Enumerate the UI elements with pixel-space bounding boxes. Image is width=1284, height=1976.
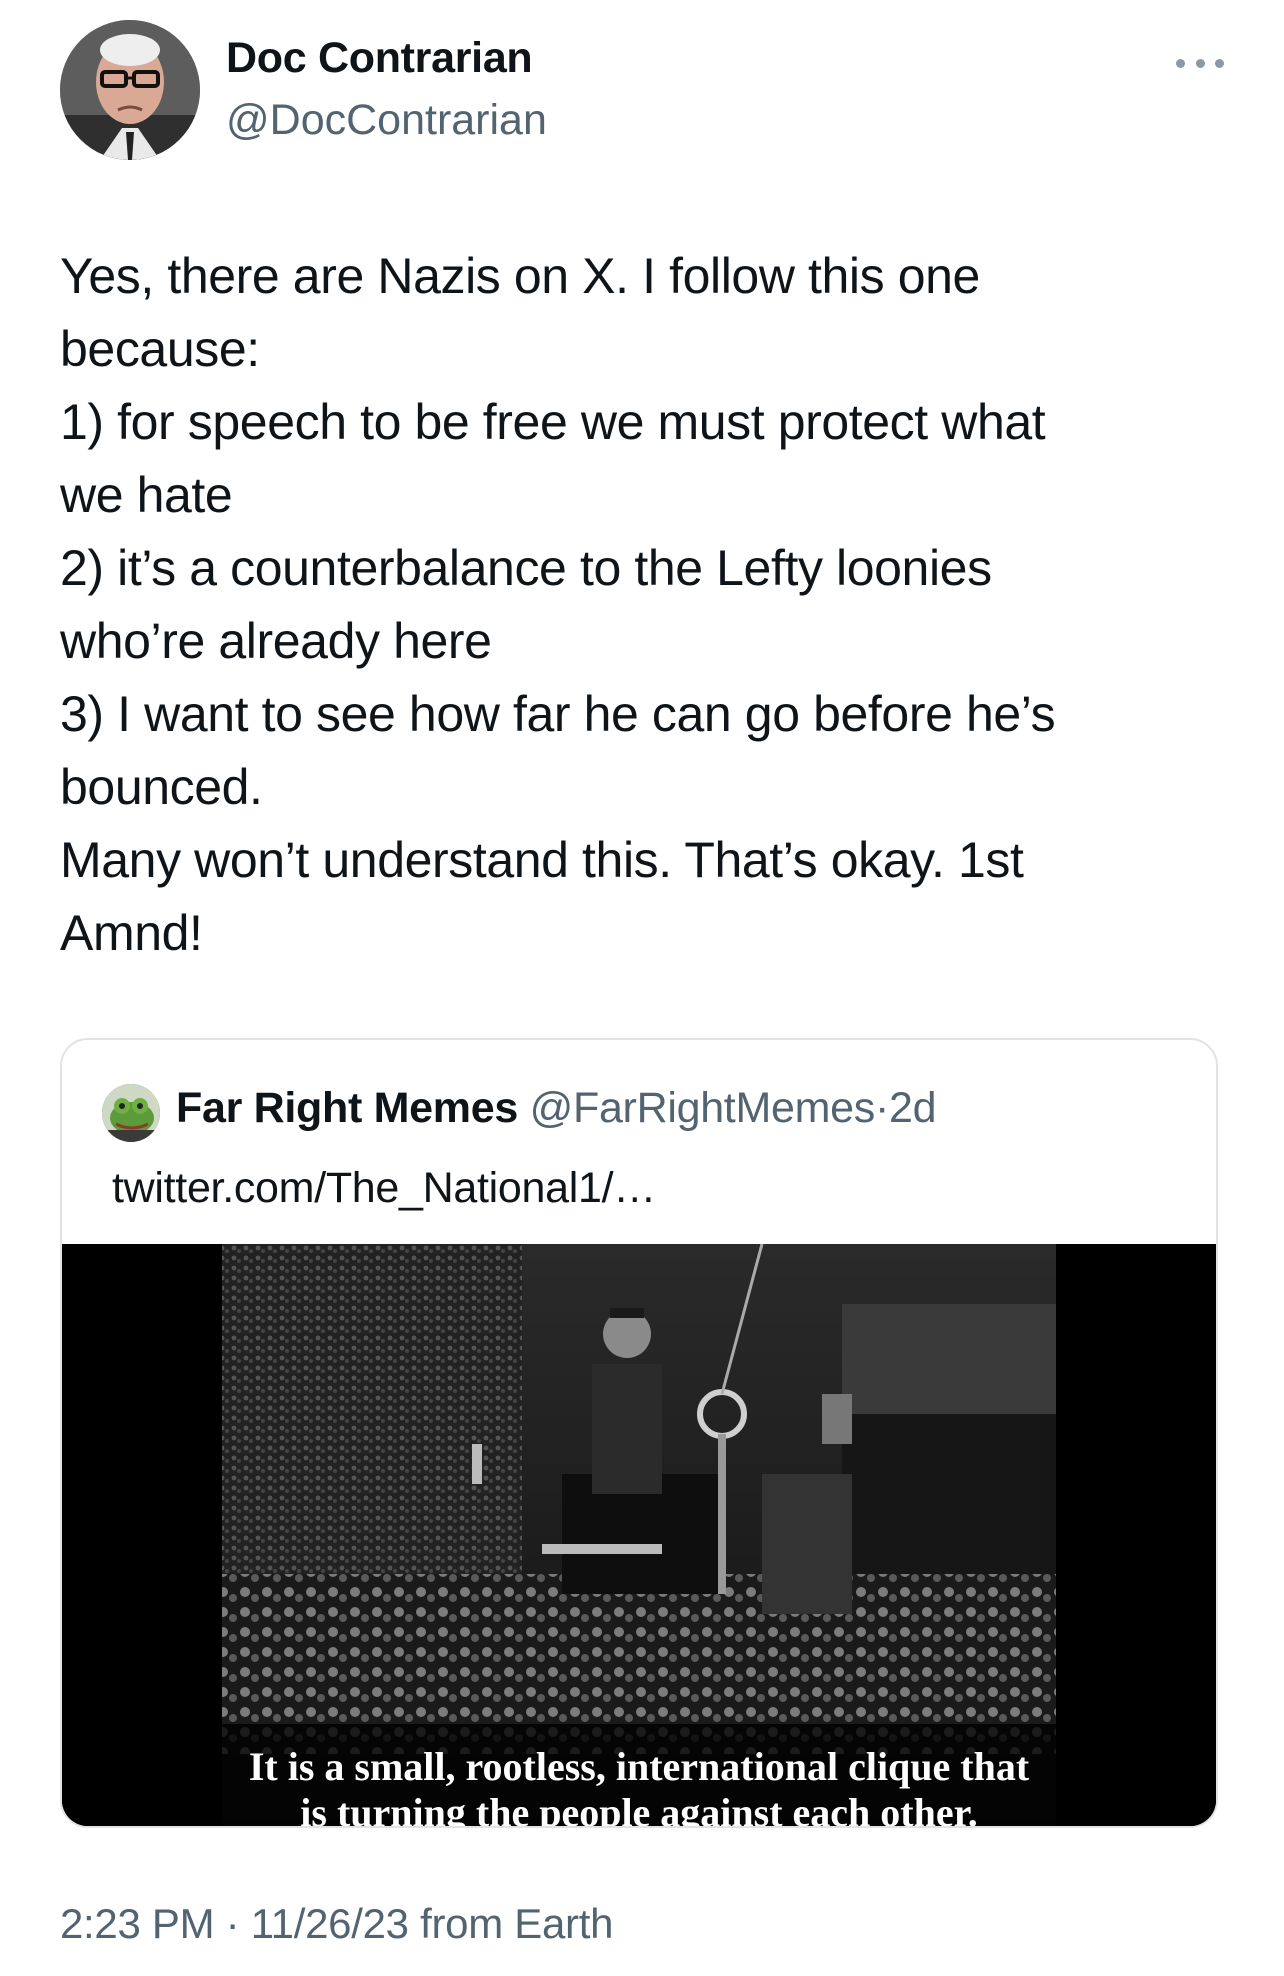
post-text-line: Many won’t understand this. That’s okay.… [60,832,1024,888]
quoted-post-card[interactable]: Far Right Memes @FarRightMemes·2d twitte… [60,1038,1218,1828]
post-text-line: bounced. [60,759,263,815]
quoted-post-link[interactable]: twitter.com/The_National1/… [112,1164,656,1213]
post-text-line: 1) for speech to be free we must protect… [60,394,1046,450]
post-text-line: who’re already here [60,613,492,669]
frog-avatar-icon [102,1084,160,1142]
separator-dot: · [874,1084,889,1132]
quoted-author-line: Far Right Memes @FarRightMemes·2d [176,1084,937,1133]
post-text-line: we hate [60,467,233,523]
post-text-line: 3) I want to see how far he can go befor… [60,686,1056,742]
quoted-author-name[interactable]: Far Right Memes [176,1084,518,1132]
post-header: Doc Contrarian @DocContrarian [60,20,1224,160]
post-text-line: because: [60,321,260,377]
post-text-line: 2) it’s a counterbalance to the Lefty lo… [60,540,992,596]
quoted-author-handle[interactable]: @FarRightMemes [530,1084,876,1132]
post-timestamp[interactable]: 2:23 PM · 11/26/23 from Earth [60,1900,613,1948]
author-handle[interactable]: @DocContrarian [226,96,547,145]
quoted-video-media[interactable]: It is a small, rootless, international c… [62,1244,1216,1828]
post-text: Yes, there are Nazis on X. I follow this… [60,240,1220,970]
post-text-line: Amnd! [60,905,203,961]
author-avatar[interactable] [60,20,200,160]
video-caption-line: is turning the people against each other… [300,1790,978,1828]
author-name[interactable]: Doc Contrarian [226,34,533,83]
quoted-author-avatar[interactable] [102,1084,160,1142]
post-text-line: Yes, there are Nazis on X. I follow this… [60,248,980,304]
quoted-post-age[interactable]: 2d [889,1084,937,1132]
more-options-icon[interactable] [1176,50,1224,76]
quoted-post-header: Far Right Memes @FarRightMemes·2d [102,1080,1196,1144]
avatar-photo-icon [60,20,200,160]
video-caption-line: It is a small, rootless, international c… [248,1744,1030,1789]
